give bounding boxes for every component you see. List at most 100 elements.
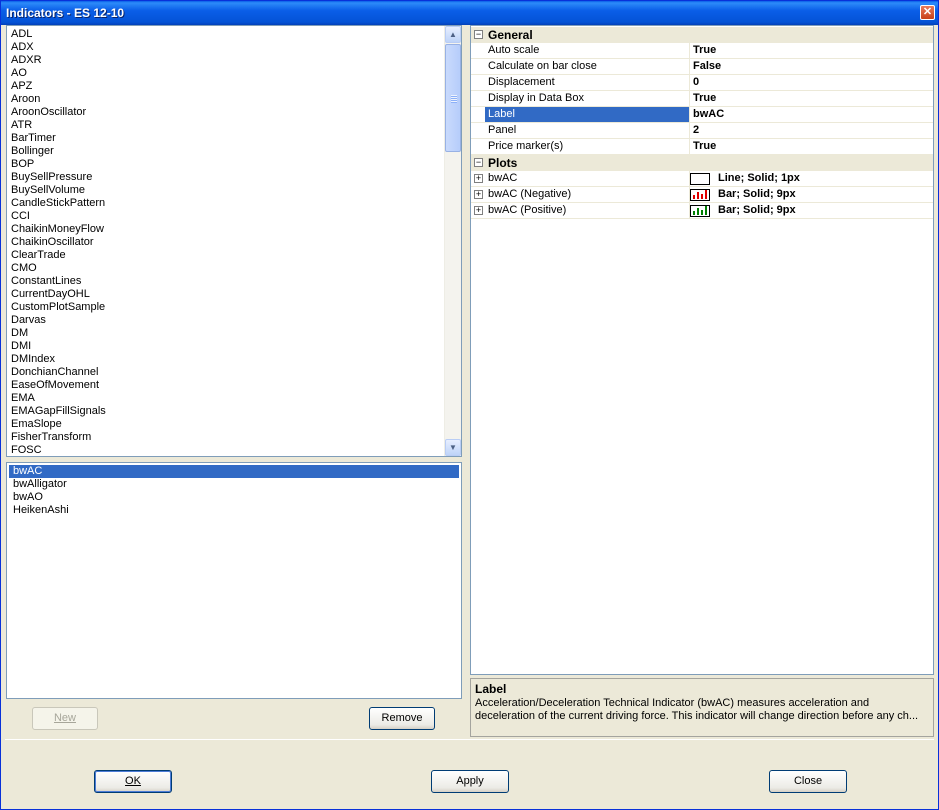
plot-name: bwAC (Negative)	[485, 187, 690, 202]
applied-indicators-list[interactable]: bwAC bwAlligator bwAO HeikenAshi	[6, 462, 462, 699]
property-value[interactable]: True	[690, 91, 716, 106]
available-indicator-item[interactable]: FOSC	[7, 444, 444, 456]
available-indicator-item[interactable]: CandleStickPattern	[7, 197, 444, 210]
property-name: Display in Data Box	[485, 91, 690, 106]
property-row[interactable]: Panel 2	[471, 123, 933, 139]
applied-indicator-item[interactable]: bwAC	[9, 465, 459, 478]
property-row[interactable]: Label bwAC	[471, 107, 933, 123]
property-name: Auto scale	[485, 43, 690, 58]
property-row[interactable]: Displacement 0	[471, 75, 933, 91]
property-row[interactable]: Calculate on bar close False	[471, 59, 933, 75]
available-indicator-item[interactable]: DonchianChannel	[7, 366, 444, 379]
available-indicator-item[interactable]: ConstantLines	[7, 275, 444, 288]
property-name: Label	[485, 107, 690, 122]
property-name: Price marker(s)	[485, 139, 690, 154]
available-indicator-item[interactable]: DMIndex	[7, 353, 444, 366]
available-indicator-item[interactable]: ChaikinMoneyFlow	[7, 223, 444, 236]
applied-indicator-item[interactable]: bwAlligator	[9, 478, 459, 491]
property-value[interactable]: bwAC	[690, 107, 724, 122]
scroll-up-icon[interactable]: ▲	[445, 26, 461, 43]
property-row[interactable]: Auto scale True	[471, 43, 933, 59]
line-swatch-icon	[690, 173, 710, 185]
property-value[interactable]: True	[690, 43, 716, 58]
available-indicator-item[interactable]: APZ	[7, 80, 444, 93]
property-row[interactable]: Price marker(s) True	[471, 139, 933, 155]
property-name: Calculate on bar close	[485, 59, 690, 74]
available-indicators-list[interactable]: ADL ADX ADXR AO APZ Aroon AroonOscillator ATR Ba…	[6, 25, 462, 457]
property-name: Displacement	[485, 75, 690, 90]
apply-button-label: Apply	[456, 775, 484, 787]
category-general[interactable]: − General	[471, 27, 933, 43]
available-indicator-item[interactable]: BuySellVolume	[7, 184, 444, 197]
available-indicator-item[interactable]: ADL	[7, 28, 444, 41]
available-indicator-item[interactable]: CurrentDayOHL	[7, 288, 444, 301]
plot-name: bwAC	[485, 171, 690, 186]
applied-indicator-item[interactable]: bwAO	[9, 491, 459, 504]
property-name: Panel	[485, 123, 690, 138]
plot-value: Line; Solid; 1px	[718, 172, 800, 184]
ok-button-label: OK	[125, 775, 141, 787]
available-indicator-item[interactable]: CustomPlotSample	[7, 301, 444, 314]
apply-button[interactable]: Apply	[431, 770, 509, 793]
available-indicator-item[interactable]: BOP	[7, 158, 444, 171]
property-value[interactable]: 2	[690, 123, 699, 138]
applied-indicator-item[interactable]: HeikenAshi	[9, 504, 459, 517]
available-indicator-item[interactable]: DMI	[7, 340, 444, 353]
available-indicator-item[interactable]: DM	[7, 327, 444, 340]
available-indicator-item[interactable]: ClearTrade	[7, 249, 444, 262]
remove-button-label: Remove	[381, 712, 423, 724]
title-bar[interactable]: Indicators - ES 12-10 ✕	[1, 1, 938, 25]
new-button-label: New	[53, 712, 76, 724]
property-value[interactable]: False	[690, 59, 721, 74]
remove-button[interactable]: Remove	[369, 707, 435, 730]
plot-value: Bar; Solid; 9px	[718, 188, 796, 200]
available-indicator-item[interactable]: ADXR	[7, 54, 444, 67]
collapse-icon[interactable]: −	[474, 30, 483, 39]
red-bars-icon	[690, 189, 710, 201]
available-indicator-item[interactable]: EMAGapFillSignals	[7, 405, 444, 418]
property-row[interactable]: Display in Data Box True	[471, 91, 933, 107]
close-window-icon[interactable]: ✕	[920, 5, 935, 20]
available-indicator-item[interactable]: AO	[7, 67, 444, 80]
collapse-icon[interactable]: −	[474, 158, 483, 167]
available-indicator-item[interactable]: Bollinger	[7, 145, 444, 158]
available-indicator-item[interactable]: BarTimer	[7, 132, 444, 145]
available-indicator-item[interactable]: CMO	[7, 262, 444, 275]
green-bars-icon	[690, 205, 710, 217]
available-indicator-item[interactable]: AroonOscillator	[7, 106, 444, 119]
available-indicator-item[interactable]: ATR	[7, 119, 444, 132]
new-button[interactable]: New	[32, 707, 98, 730]
category-label: Plots	[488, 156, 518, 170]
expand-icon[interactable]: +	[474, 174, 483, 183]
available-indicator-item[interactable]: CCI	[7, 210, 444, 223]
available-indicator-item[interactable]: EMA	[7, 392, 444, 405]
plot-name: bwAC (Positive)	[485, 203, 690, 218]
close-button-label: Close	[793, 775, 823, 787]
plot-row[interactable]: + bwAC (Positive) Bar; Solid; 9px	[471, 203, 933, 219]
available-indicator-item[interactable]: BuySellPressure	[7, 171, 444, 184]
property-description-panel: Label Acceleration/Deceleration Technica…	[470, 678, 934, 737]
property-grid[interactable]: − General Auto scale True Calculate on bar c…	[470, 25, 934, 675]
expand-icon[interactable]: +	[474, 190, 483, 199]
available-indicator-item[interactable]: Darvas	[7, 314, 444, 327]
available-indicator-item[interactable]: FisherTransform	[7, 431, 444, 444]
plot-row[interactable]: + bwAC Line; Solid; 1px	[471, 171, 933, 187]
plot-row[interactable]: + bwAC (Negative) Bar; Solid; 9px	[471, 187, 933, 203]
available-indicator-item[interactable]: ChaikinOscillator	[7, 236, 444, 249]
scroll-thumb[interactable]	[445, 44, 461, 152]
available-indicator-item[interactable]: EaseOfMovement	[7, 379, 444, 392]
category-plots[interactable]: − Plots	[471, 155, 933, 171]
property-value[interactable]: 0	[690, 75, 699, 90]
expand-icon[interactable]: +	[474, 206, 483, 215]
indicators-dialog: Indicators - ES 12-10 ✕ ADL ADX ADXR AO APZ A…	[0, 0, 939, 810]
category-label: General	[488, 28, 533, 42]
available-indicator-item[interactable]: EmaSlope	[7, 418, 444, 431]
available-indicator-item[interactable]: ADX	[7, 41, 444, 54]
available-list-scrollbar[interactable]: ▲ ▼	[444, 26, 461, 456]
available-indicator-item[interactable]: Aroon	[7, 93, 444, 106]
close-button[interactable]: Close	[769, 770, 847, 793]
ok-button[interactable]: OK	[94, 770, 172, 793]
window-title: Indicators - ES 12-10	[6, 6, 125, 20]
property-value[interactable]: True	[690, 139, 716, 154]
scroll-down-icon[interactable]: ▼	[445, 439, 461, 456]
